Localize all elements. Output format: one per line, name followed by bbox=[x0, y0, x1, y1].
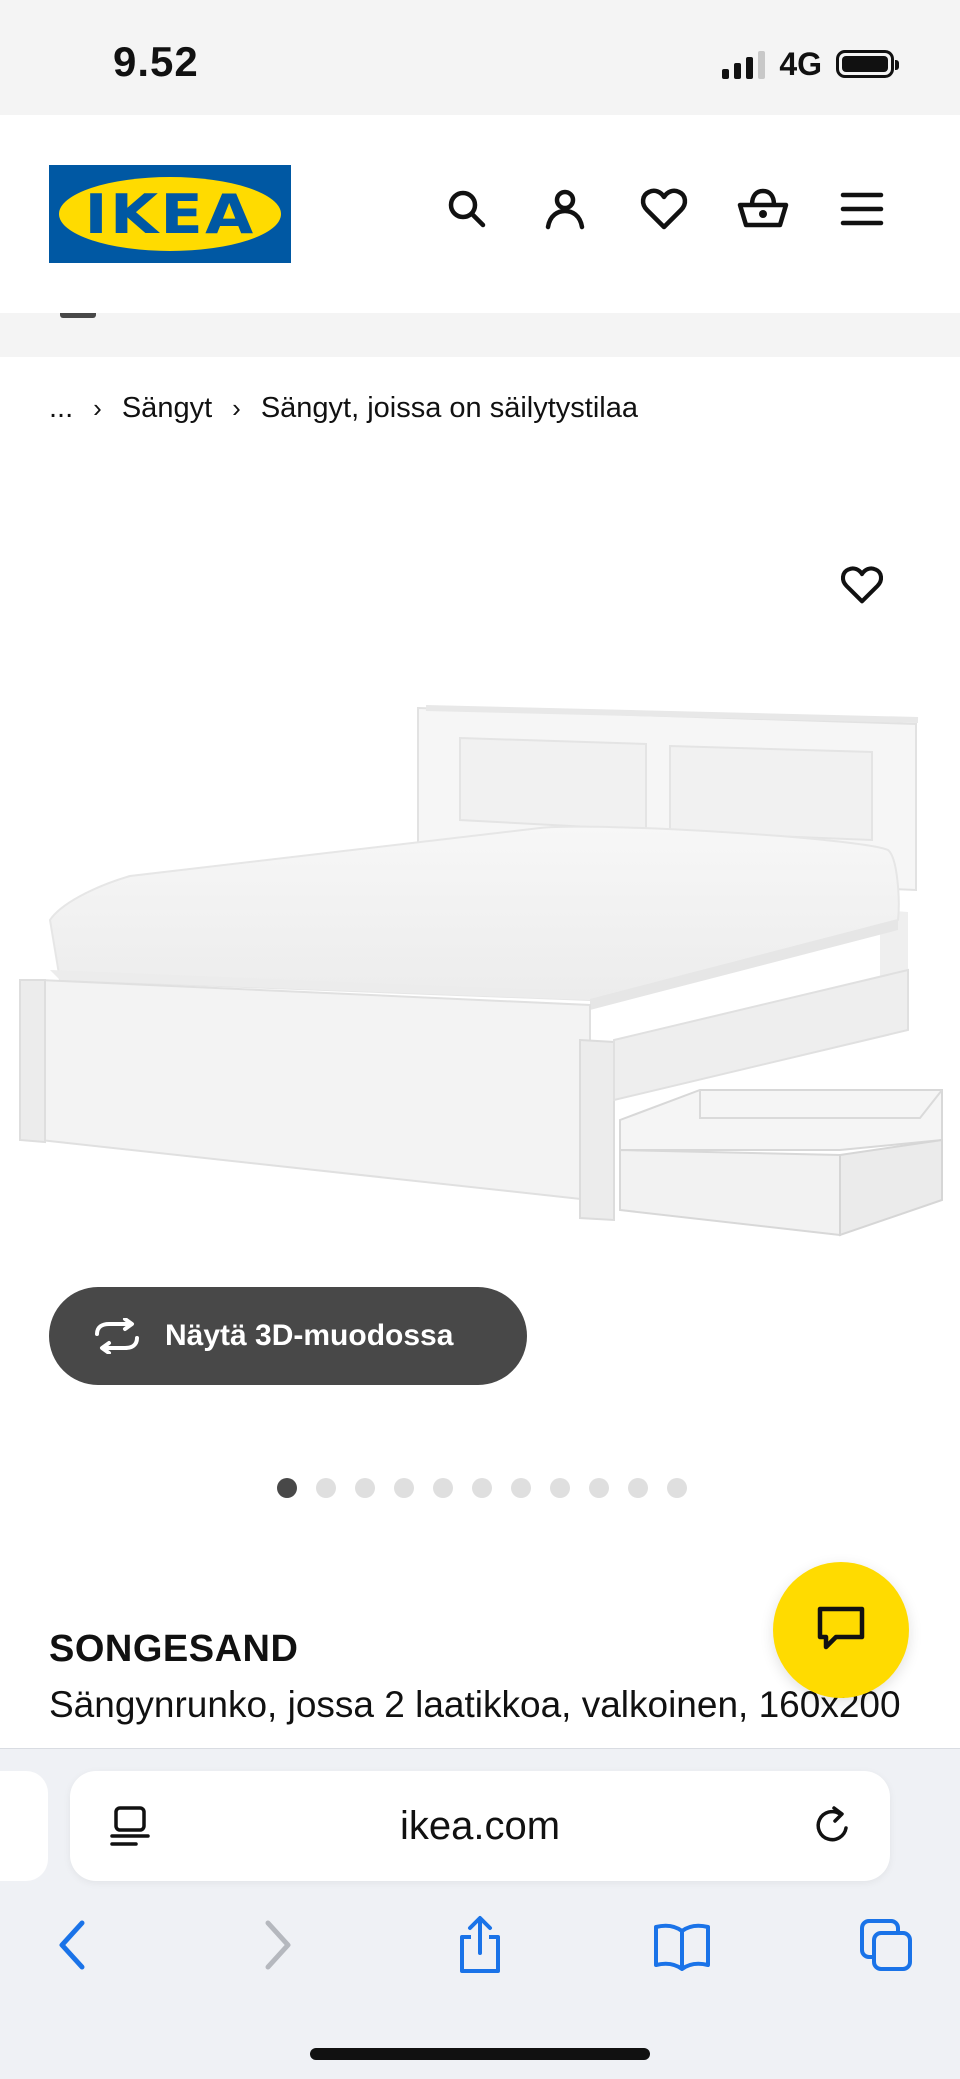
browser-toolbar bbox=[0, 1909, 960, 1981]
view-3d-label: Näytä 3D-muodossa bbox=[165, 1319, 454, 1352]
breadcrumb-storage-beds[interactable]: Sängyt, joissa on säilytystilaa bbox=[261, 392, 638, 425]
gallery-dot-4[interactable] bbox=[394, 1478, 414, 1498]
product-description: Sängynrunko, jossa 2 laatikkoa, valkoine… bbox=[49, 1684, 901, 1746]
gallery-pagination bbox=[0, 1478, 960, 1498]
gallery-dot-9[interactable] bbox=[589, 1478, 609, 1498]
breadcrumb: ... › Sängyt › Sängyt, joissa on säilyty… bbox=[49, 388, 638, 428]
breadcrumb-ellipsis[interactable]: ... bbox=[49, 392, 73, 425]
status-bar: 9.52 4G bbox=[0, 0, 960, 115]
cart-icon[interactable] bbox=[733, 179, 793, 239]
battery-icon bbox=[836, 50, 899, 78]
menu-icon[interactable] bbox=[832, 179, 892, 239]
status-time: 9.52 bbox=[113, 38, 199, 85]
gallery-dot-7[interactable] bbox=[511, 1478, 531, 1498]
add-to-favourites-icon[interactable] bbox=[832, 555, 892, 615]
forward-icon[interactable] bbox=[242, 1909, 314, 1981]
chevron-right-icon: › bbox=[93, 392, 102, 423]
site-header: IKEA bbox=[0, 115, 960, 313]
gallery-dot-8[interactable] bbox=[550, 1478, 570, 1498]
previous-tab-preview[interactable] bbox=[0, 1771, 48, 1881]
ikea-logo[interactable]: IKEA bbox=[49, 165, 291, 263]
home-indicator bbox=[310, 2048, 650, 2060]
chevron-right-icon: › bbox=[232, 392, 241, 423]
browser-bar: ikea.com bbox=[0, 1748, 960, 2079]
reload-icon[interactable] bbox=[810, 1804, 854, 1848]
gallery-dot-2[interactable] bbox=[316, 1478, 336, 1498]
gallery-dot-11[interactable] bbox=[667, 1478, 687, 1498]
account-icon[interactable] bbox=[535, 179, 595, 239]
tabs-icon[interactable] bbox=[850, 1909, 922, 1981]
gallery-dot-6[interactable] bbox=[472, 1478, 492, 1498]
share-icon[interactable] bbox=[444, 1909, 516, 1981]
url-text: ikea.com bbox=[399, 1803, 561, 1848]
chat-icon bbox=[816, 1605, 866, 1656]
breadcrumb-beds[interactable]: Sängyt bbox=[122, 392, 212, 425]
gallery-dot-3[interactable] bbox=[355, 1478, 375, 1498]
subnav-strip bbox=[0, 313, 960, 357]
address-bar[interactable]: ikea.com bbox=[70, 1771, 890, 1881]
bookmarks-icon[interactable] bbox=[646, 1909, 718, 1981]
view-3d-button[interactable]: Näytä 3D-muodossa bbox=[49, 1287, 527, 1385]
logo-text: IKEA bbox=[84, 182, 256, 246]
gallery-dot-5[interactable] bbox=[433, 1478, 453, 1498]
signal-icon bbox=[722, 49, 766, 79]
status-indicators: 4G bbox=[722, 45, 899, 82]
search-icon[interactable] bbox=[437, 179, 497, 239]
gallery-dot-1[interactable] bbox=[277, 1478, 297, 1498]
network-label: 4G bbox=[779, 45, 822, 82]
back-icon[interactable] bbox=[36, 1909, 108, 1981]
rotate-3d-icon bbox=[91, 1316, 143, 1356]
chat-button[interactable] bbox=[773, 1562, 909, 1698]
gallery-dot-10[interactable] bbox=[628, 1478, 648, 1498]
heart-icon[interactable] bbox=[634, 179, 694, 239]
product-image[interactable] bbox=[0, 680, 960, 1240]
product-name: SONGESAND bbox=[49, 1628, 299, 1670]
